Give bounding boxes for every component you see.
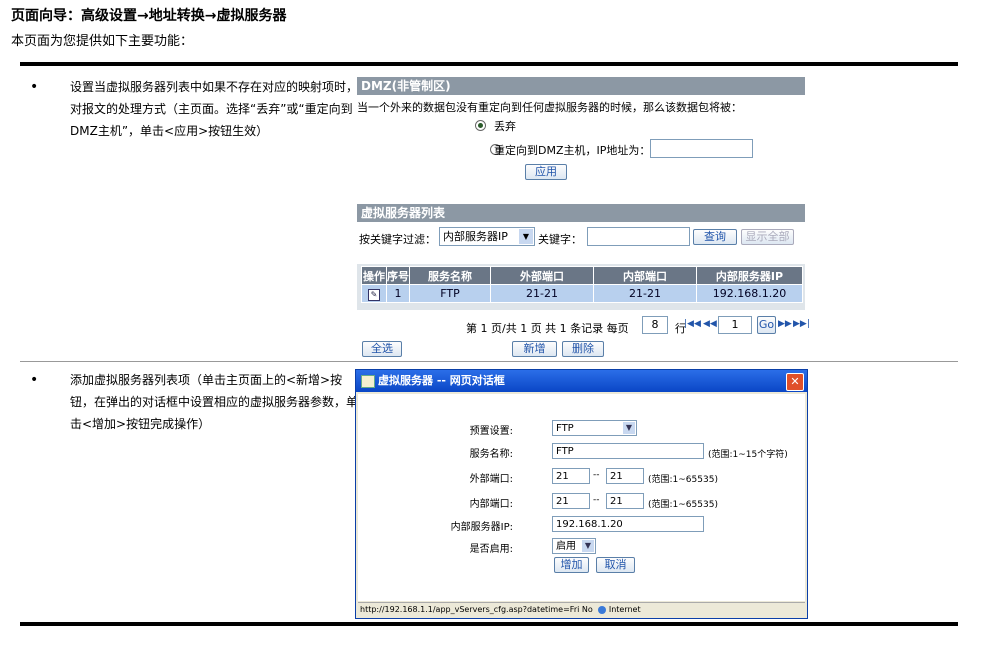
internal-port-from-input[interactable]: 21 [552, 493, 590, 509]
dialog-status-bar: http://192.168.1.1/app_vServers_cfg.asp?… [358, 602, 805, 617]
preset-label: 预置设置: [469, 426, 513, 437]
status-url: http://192.168.1.1/app_vServers_cfg.asp?… [360, 605, 593, 614]
server-ip-input[interactable]: 192.168.1.20 [552, 516, 704, 532]
section-divider [20, 361, 958, 362]
enable-label: 是否启用: [469, 544, 513, 555]
dmz-ip-input[interactable] [650, 139, 753, 158]
column-header: 外部端口 [490, 266, 594, 285]
row-server-ip: 192.168.1.20 [696, 284, 803, 303]
feature-text: 添加虚拟服务器列表项（单击主页面上的<新增>按钮，在弹出的对话框中设置相应的虚拟… [70, 373, 359, 431]
dmz-description: 当一个外来的数据包没有重定向到任何虚拟服务器的时候，那么该数据包将被： [357, 101, 742, 114]
filter-select-value: 内部服务器IP [443, 230, 508, 243]
dialog-title-bar: 虚拟服务器 -- 网页对话框 ✕ [356, 370, 807, 392]
dialog-title: 虚拟服务器 -- 网页对话框 [378, 374, 505, 387]
port-range-hint: (范围:1~65535) [648, 500, 718, 510]
external-port-from-input[interactable]: 21 [552, 468, 590, 484]
table-header-row: 操作 序号 服务名称 外部端口 内部端口 内部服务器IP [361, 266, 803, 285]
add-button[interactable]: 新增 [512, 341, 557, 357]
external-port-to-input[interactable]: 21 [606, 468, 644, 484]
page-intro: 本页面为您提供如下主要功能： [11, 34, 194, 49]
prev-page-icon[interactable]: ◀◀ [703, 319, 717, 329]
server-ip-label: 内部服务器IP: [450, 522, 513, 533]
last-page-icon[interactable]: ▶▶| [793, 319, 810, 329]
filter-select[interactable]: 内部服务器IP ▼ [439, 227, 535, 246]
chevron-down-icon: ▼ [519, 229, 533, 244]
edit-cell[interactable]: ✎ [361, 284, 387, 303]
chevron-down-icon: ▼ [623, 422, 635, 434]
chevron-down-icon: ▼ [582, 540, 594, 552]
keyword-input[interactable] [587, 227, 690, 246]
port-range-hint: (范围:1~65535) [648, 475, 718, 485]
column-header: 序号 [386, 266, 410, 285]
apply-button[interactable]: 应用 [525, 164, 567, 180]
query-button[interactable]: 查询 [693, 229, 737, 245]
row-ext-port: 21-21 [490, 284, 594, 303]
name-range-hint: (范围:1~15个字符) [708, 450, 788, 460]
discard-label: 丢弃 [494, 120, 516, 133]
top-divider [20, 62, 958, 66]
window-icon [361, 375, 375, 388]
row-seq: 1 [386, 284, 410, 303]
service-name-label: 服务名称: [469, 449, 513, 460]
select-all-button[interactable]: 全选 [362, 341, 402, 357]
next-page-icon[interactable]: ▶▶ [778, 319, 792, 329]
preset-select[interactable]: FTP ▼ [552, 420, 637, 436]
keyword-label: 关键字： [538, 233, 582, 246]
internal-port-to-input[interactable]: 21 [606, 493, 644, 509]
globe-icon [598, 605, 607, 614]
dmz-panel: DMZ(非管制区) 当一个外来的数据包没有重定向到任何虚拟服务器的时候，那么该数… [357, 77, 805, 185]
enable-select[interactable]: 启用 ▼ [552, 538, 596, 554]
show-all-button[interactable]: 显示全部 [741, 229, 794, 245]
page-number-input[interactable]: 1 [718, 316, 752, 334]
virtual-server-table: 操作 序号 服务名称 外部端口 内部端口 内部服务器IP ✎ 1 FTP 21-… [361, 266, 803, 303]
column-header: 内部服务器IP [696, 266, 803, 285]
first-page-icon[interactable]: |◀◀ [684, 319, 701, 329]
bullet-icon: • [30, 372, 39, 388]
per-page-input[interactable]: 8 [642, 316, 668, 334]
bottom-divider [20, 622, 958, 626]
close-icon[interactable]: ✕ [786, 373, 804, 391]
discard-radio[interactable] [475, 120, 486, 131]
go-button[interactable]: Go [757, 316, 776, 334]
port-range-dash: -- [593, 470, 600, 480]
virtual-server-dialog: 虚拟服务器 -- 网页对话框 ✕ 预置设置: FTP ▼ 服务名称: FTP (范… [355, 369, 808, 619]
column-header: 内部端口 [593, 266, 697, 285]
service-name-input[interactable]: FTP [552, 443, 704, 459]
table-row: ✎ 1 FTP 21-21 21-21 192.168.1.20 [361, 284, 803, 303]
dialog-body: 预置设置: FTP ▼ 服务名称: FTP (范围:1~15个字符) 外部端口: … [358, 394, 805, 601]
pager-text: 第 1 页/共 1 页 共 1 条记录 每页 [466, 322, 629, 335]
column-header: 服务名称 [409, 266, 491, 285]
row-name: FTP [409, 284, 491, 303]
dialog-add-button[interactable]: 增加 [554, 557, 589, 573]
enable-value: 启用 [556, 541, 576, 552]
dmz-title: DMZ(非管制区) [357, 77, 805, 95]
row-int-port: 21-21 [593, 284, 697, 303]
preset-value: FTP [556, 423, 574, 434]
internal-port-label: 内部端口: [469, 499, 513, 510]
port-range-dash: -- [593, 495, 600, 505]
delete-button[interactable]: 删除 [562, 341, 604, 357]
status-zone: Internet [608, 605, 641, 614]
feature-text: 设置当虚拟服务器列表中如果不存在对应的映射项时，对报文的处理方式（主页面。选择“… [70, 80, 359, 138]
edit-icon[interactable]: ✎ [368, 288, 380, 301]
dialog-cancel-button[interactable]: 取消 [596, 557, 635, 573]
redirect-label: 重定向到DMZ主机，IP地址为： [494, 144, 651, 157]
page-navigation-title: 页面向导：高级设置→地址转换→虚拟服务器 [11, 8, 287, 24]
virtual-server-list-panel: 虚拟服务器列表 按关键字过滤： 内部服务器IP ▼ 关键字： 查询 显示全部 操… [357, 204, 810, 358]
external-port-label: 外部端口: [469, 474, 513, 485]
bullet-icon: • [30, 79, 39, 95]
column-header: 操作 [361, 266, 387, 285]
filter-label: 按关键字过滤： [359, 233, 436, 246]
list-title: 虚拟服务器列表 [357, 204, 805, 222]
